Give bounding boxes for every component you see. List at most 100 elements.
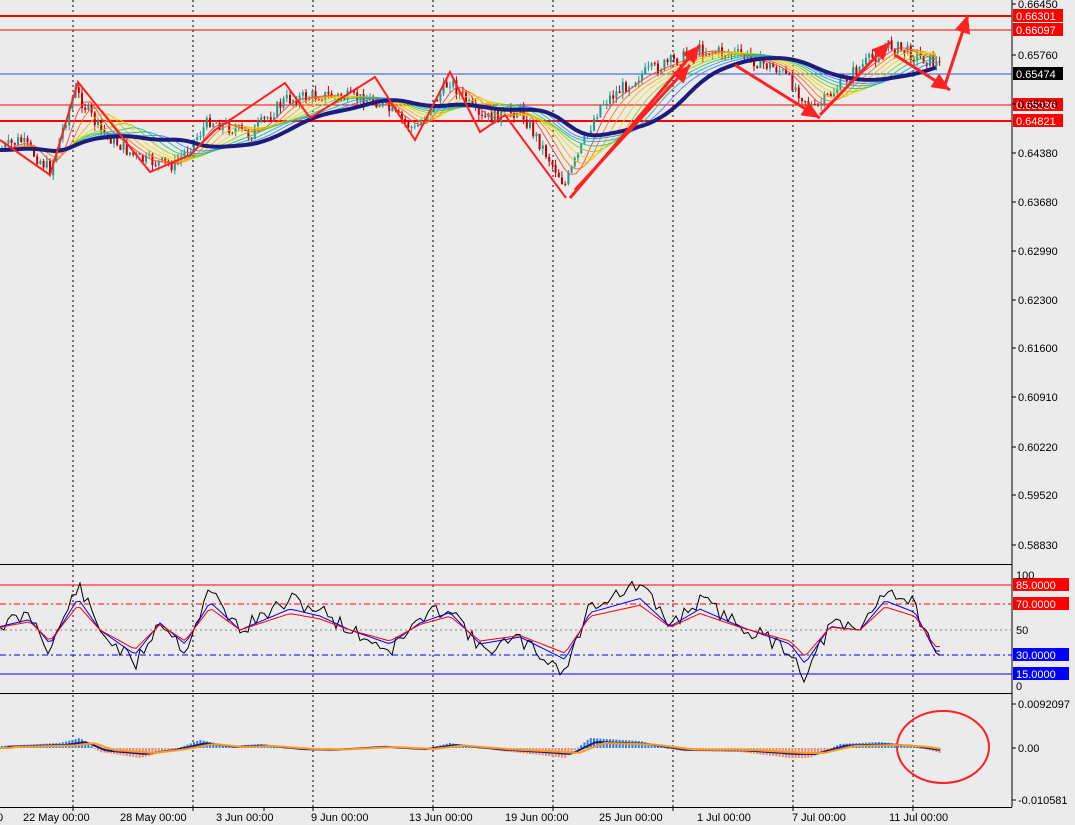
- candle-body: [269, 117, 272, 120]
- candle-body: [605, 103, 608, 105]
- candle-body: [417, 125, 419, 127]
- candle-body: [301, 92, 304, 96]
- macd-bar: [826, 748, 829, 750]
- macd-tick-label: 0.00: [1018, 743, 1039, 755]
- candle-body: [666, 59, 669, 63]
- candle-body: [87, 104, 90, 110]
- candle-body: [781, 69, 784, 71]
- candle-body: [154, 165, 157, 167]
- candle-body: [10, 139, 13, 143]
- candle-body: [199, 135, 202, 138]
- candle-body: [861, 64, 864, 68]
- price-tick-label: 0.62990: [1018, 246, 1058, 258]
- candle-body: [775, 67, 778, 73]
- candle-body: [557, 172, 560, 178]
- price-panel[interactable]: [0, 0, 1012, 563]
- candle-body: [17, 137, 19, 145]
- time-tick-label: 28 May 00:00: [120, 812, 187, 824]
- time-tick-label: 3 Jun 00:00: [216, 812, 274, 824]
- candle-body: [119, 145, 122, 150]
- candle-body: [20, 137, 23, 143]
- candle-body: [7, 139, 10, 144]
- candle-body: [609, 95, 611, 104]
- candle-body: [129, 152, 131, 155]
- macd-bar: [93, 748, 96, 749]
- candle-body: [653, 63, 656, 65]
- candle-body: [756, 66, 759, 69]
- candle-body: [647, 66, 650, 68]
- time-tick-label: 1 Jul 00:00: [697, 812, 751, 824]
- macd-bar: [589, 738, 592, 748]
- candle-body: [170, 163, 173, 171]
- candle-body: [593, 118, 595, 131]
- candle-body: [525, 119, 528, 128]
- candle-body: [765, 63, 768, 69]
- oscillator-tick-label: 100: [1016, 570, 1034, 582]
- candle-body: [42, 161, 45, 168]
- candle-body: [625, 82, 627, 93]
- candle-body: [890, 40, 893, 50]
- candle-body: [439, 93, 442, 102]
- candle-body: [865, 57, 867, 65]
- candle-body: [23, 138, 26, 143]
- candle-body: [804, 100, 807, 102]
- candle-body: [39, 161, 42, 164]
- time-tick-label: 13 Jun 00:00: [409, 812, 473, 824]
- macd-bar: [580, 745, 583, 748]
- candle-body: [797, 87, 800, 99]
- candle-body: [621, 82, 624, 94]
- candle-body: [266, 117, 269, 119]
- price-level-tag-label: 0.66097: [1016, 25, 1056, 37]
- candle-body: [183, 151, 186, 157]
- candle-body: [285, 94, 288, 99]
- candle-body: [212, 123, 215, 127]
- candle-body: [545, 145, 547, 157]
- candle-body: [599, 104, 602, 118]
- candle-body: [935, 61, 938, 67]
- candle-body: [900, 42, 903, 50]
- candle-body: [532, 122, 535, 137]
- candle-body: [612, 95, 615, 99]
- candle-body: [413, 126, 416, 128]
- candle-body: [618, 91, 621, 94]
- price-tick-label: 0.65070: [1018, 99, 1058, 111]
- candle-body: [279, 102, 282, 108]
- candle-body: [84, 107, 87, 110]
- candle-body: [77, 87, 80, 93]
- oscillator-level-tag-label: 30.0000: [1016, 650, 1056, 662]
- candle-body: [257, 121, 259, 127]
- candle-body: [583, 134, 586, 144]
- candle-body: [481, 114, 483, 116]
- candle-body: [388, 102, 391, 112]
- candle-body: [327, 91, 330, 94]
- candle-body: [778, 70, 781, 73]
- candle-body: [529, 122, 531, 128]
- price-tick-label: 0.58830: [1018, 540, 1058, 552]
- candle-body: [449, 86, 451, 88]
- candle-body: [855, 67, 858, 75]
- time-tick-label: 11 Jul 00:00: [889, 812, 948, 824]
- price-tick-label: 0.60220: [1018, 442, 1058, 454]
- candle-body: [938, 61, 941, 63]
- candle-body: [36, 156, 39, 164]
- candle-body: [615, 91, 618, 99]
- candle-body: [276, 102, 279, 118]
- time-axis: 0 22 May 00:00 28 May 00:00 3 Jun 00:00 9 Ju…: [0, 807, 948, 824]
- trading-chart[interactable]: 0.663010.660970.650360.648210.65474 85.0…: [0, 0, 1075, 825]
- candle-body: [202, 127, 205, 136]
- candle-body: [561, 177, 563, 185]
- macd-bar: [577, 747, 579, 749]
- candle-body: [644, 67, 647, 74]
- price-level-tag-label: 0.64821: [1016, 116, 1056, 128]
- candle-body: [209, 117, 211, 127]
- candle-body: [45, 160, 48, 168]
- candle-body: [564, 184, 567, 186]
- candle-body: [548, 156, 551, 162]
- candle-body: [650, 63, 653, 67]
- candle-body: [673, 55, 675, 59]
- candle-body: [196, 137, 199, 140]
- candle-body: [289, 94, 291, 104]
- candle-body: [263, 117, 266, 119]
- candle-body: [794, 87, 797, 91]
- candle-body: [769, 63, 771, 69]
